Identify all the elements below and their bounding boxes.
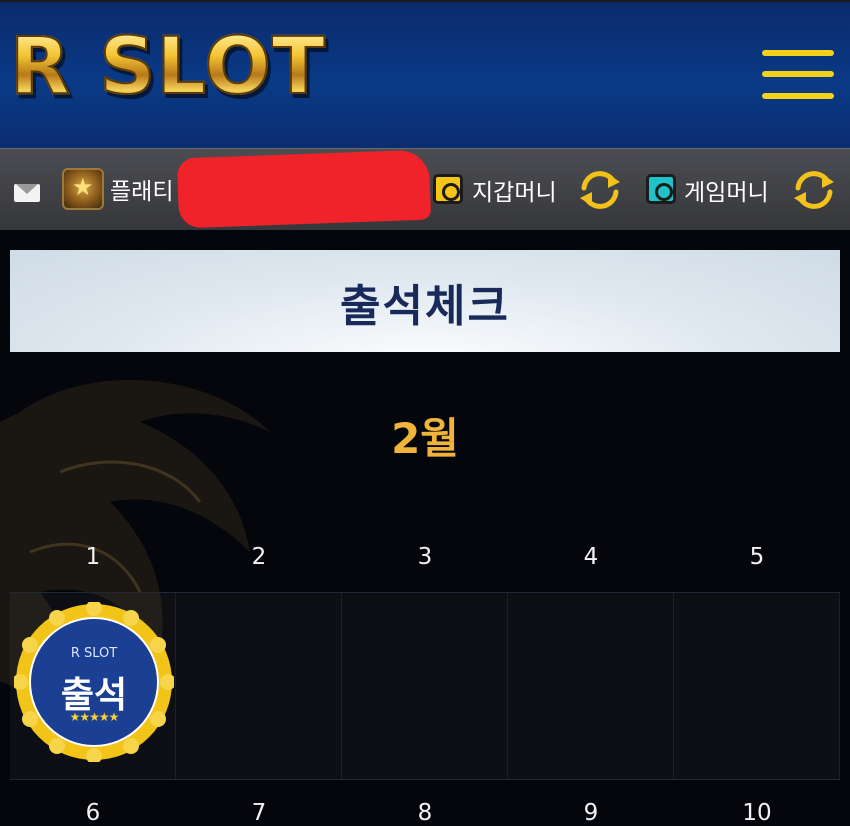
rank-star-icon xyxy=(62,168,104,210)
username-label: 플래티 xyxy=(110,179,174,205)
game-safe-icon xyxy=(646,174,676,204)
game-money-label: 게임머니 xyxy=(684,180,769,206)
calendar-cell[interactable] xyxy=(176,593,342,779)
calendar-day-header-row: 6 7 8 9 10 xyxy=(10,800,840,826)
calendar-cell[interactable] xyxy=(674,593,840,779)
site-header: R SLOT xyxy=(0,0,850,148)
hamburger-menu-icon[interactable] xyxy=(760,46,836,106)
day-number: 6 xyxy=(85,800,101,826)
day-number: 7 xyxy=(251,800,267,826)
day-number: 10 xyxy=(742,800,772,826)
day-number: 4 xyxy=(583,544,599,570)
day-number: 2 xyxy=(251,544,267,570)
day-number: 9 xyxy=(583,800,599,826)
page-title: 출석체크 xyxy=(340,281,510,332)
calendar-cell[interactable] xyxy=(342,593,508,779)
stamp-stars: ★★★★★ xyxy=(69,710,120,724)
mail-icon[interactable] xyxy=(14,184,40,202)
wallet-safe-icon xyxy=(433,174,463,204)
day-number: 8 xyxy=(417,800,433,826)
logo[interactable]: R SLOT xyxy=(9,27,326,107)
page-title-banner: 출석체크 xyxy=(10,250,840,352)
calendar-day-header-row: 1 2 3 4 5 xyxy=(10,544,840,570)
day-number: 5 xyxy=(749,544,765,570)
stamp-brand: R SLOT xyxy=(70,646,118,661)
redaction-mark xyxy=(176,149,432,229)
refresh-icon[interactable] xyxy=(576,168,624,212)
attendance-stamp-badge: R SLOT 출석 ★★★★★ xyxy=(12,600,176,764)
day-number: 1 xyxy=(85,544,101,570)
month-label: 2월 xyxy=(391,414,459,463)
day-number: 3 xyxy=(417,544,433,570)
wallet-money-label: 지갑머니 xyxy=(472,180,557,206)
calendar-cell[interactable] xyxy=(508,593,674,779)
refresh-icon[interactable] xyxy=(790,168,838,212)
